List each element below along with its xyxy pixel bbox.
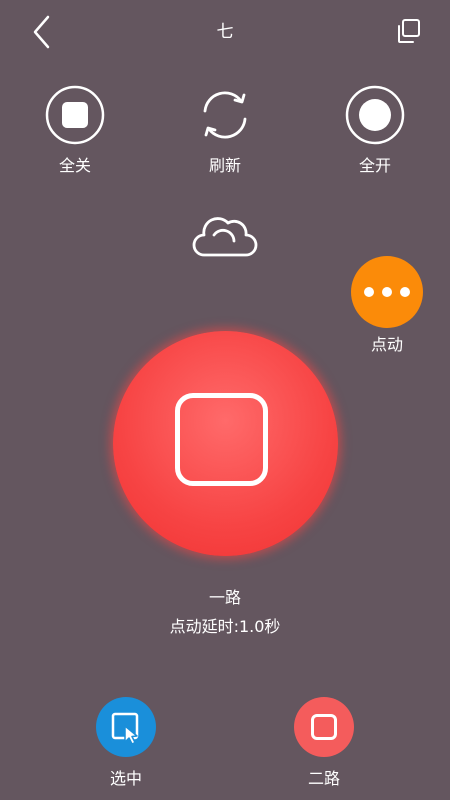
refresh-label: 刷新: [208, 156, 241, 175]
more-dots-icon: [364, 287, 410, 297]
channel-switch-button[interactable]: [113, 331, 338, 556]
select-cursor-icon: [111, 712, 139, 745]
refresh-button[interactable]: 刷新: [185, 85, 265, 185]
second-channel-button[interactable]: [294, 697, 354, 757]
select-label: 选中: [109, 769, 142, 788]
page-title: 七: [216, 22, 234, 42]
select-button[interactable]: [96, 697, 156, 757]
all-off-button[interactable]: 全关: [35, 85, 115, 185]
all-off-label: 全关: [58, 156, 91, 175]
delay-text: 点动延时:1.0秒: [169, 617, 281, 636]
record-circle-icon: [345, 85, 405, 145]
all-on-label: 全开: [358, 156, 391, 175]
stop-square-icon: [45, 85, 105, 145]
cloud-icon: [192, 217, 258, 257]
refresh-icon: [203, 91, 247, 139]
channel-name: 一路: [208, 588, 241, 607]
jog-label: 点动: [370, 335, 403, 354]
stop-square-icon: [175, 393, 268, 486]
all-on-button[interactable]: 全开: [335, 85, 415, 185]
copy-button[interactable]: [394, 17, 422, 45]
second-channel-label: 二路: [307, 769, 340, 788]
stop-square-icon: [311, 714, 337, 740]
copy-icon: [398, 19, 420, 43]
cloud-button[interactable]: [190, 205, 260, 265]
jog-button[interactable]: [351, 256, 423, 328]
